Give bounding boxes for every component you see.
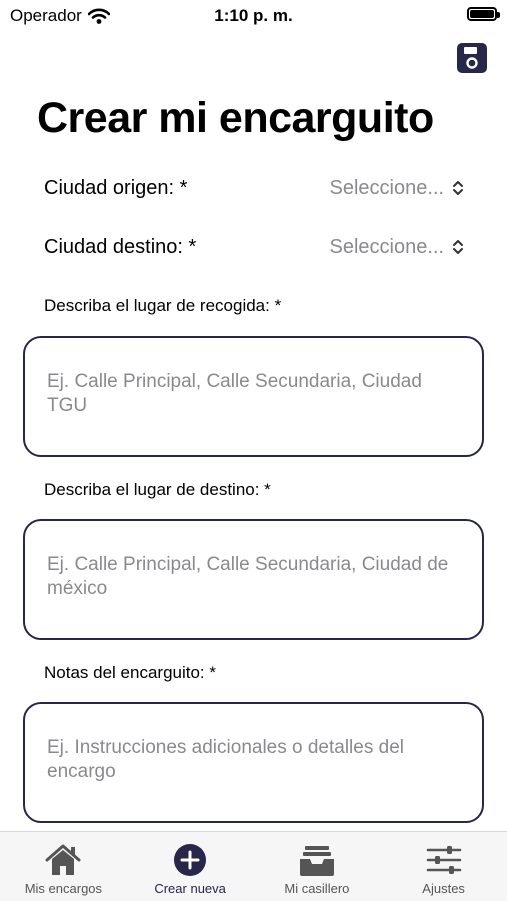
chevron-up-down-icon xyxy=(453,181,463,195)
sliders-icon xyxy=(424,842,464,878)
notes-textarea[interactable]: Ej. Instrucciones adicionales o detalles… xyxy=(23,702,484,823)
battery-icon xyxy=(467,7,500,21)
tab-mis-encargos[interactable]: Mis encargos xyxy=(0,832,127,901)
dropoff-placeholder: Ej. Calle Principal, Calle Secundaria, C… xyxy=(47,554,449,599)
chevron-up-down-icon xyxy=(453,240,463,254)
tab-label: Crear nueva xyxy=(154,881,226,896)
tray-icon xyxy=(297,842,337,878)
pickup-placeholder: Ej. Calle Principal, Calle Secundaria, C… xyxy=(47,371,422,416)
save-icon xyxy=(457,43,487,73)
destination-city-value: Seleccione... xyxy=(329,235,444,258)
notes-placeholder: Ej. Instrucciones adicionales o detalles… xyxy=(47,737,404,782)
dropoff-textarea[interactable]: Ej. Calle Principal, Calle Secundaria, C… xyxy=(23,519,484,640)
origin-city-row: Ciudad origen: * Seleccione... xyxy=(44,168,464,208)
tab-label: Mis encargos xyxy=(24,881,103,896)
save-button[interactable] xyxy=(456,42,488,74)
tab-ajustes[interactable]: Ajustes xyxy=(380,832,507,901)
tab-label: Mi casillero xyxy=(284,881,350,896)
status-bar: Operador 1:10 p. m. xyxy=(0,0,507,34)
origin-city-picker[interactable]: Seleccione... xyxy=(329,177,464,200)
destination-city-row: Ciudad destino: * Seleccione... xyxy=(44,227,464,267)
pickup-label: Describa el lugar de recogida: * xyxy=(44,296,282,315)
page-title: Crear mi encarguito xyxy=(37,94,434,142)
dropoff-label: Describa el lugar de destino: * xyxy=(44,480,271,499)
notes-label: Notas del encarguito: * xyxy=(44,663,216,682)
tab-crear-nueva[interactable]: Crear nueva xyxy=(127,832,254,901)
tab-bar: Mis encargos Crear nueva Mi casillero Aj… xyxy=(0,831,507,901)
tab-mi-casillero[interactable]: Mi casillero xyxy=(254,832,381,901)
tab-label: Ajustes xyxy=(422,881,465,896)
status-time: 1:10 p. m. xyxy=(214,6,293,25)
origin-city-label: Ciudad origen: * xyxy=(44,176,188,199)
destination-city-picker[interactable]: Seleccione... xyxy=(329,236,464,259)
pickup-textarea[interactable]: Ej. Calle Principal, Calle Secundaria, C… xyxy=(23,336,484,457)
home-icon xyxy=(43,842,83,878)
origin-city-value: Seleccione... xyxy=(329,176,444,199)
destination-city-label: Ciudad destino: * xyxy=(44,235,197,258)
plus-circle-icon xyxy=(170,842,210,878)
